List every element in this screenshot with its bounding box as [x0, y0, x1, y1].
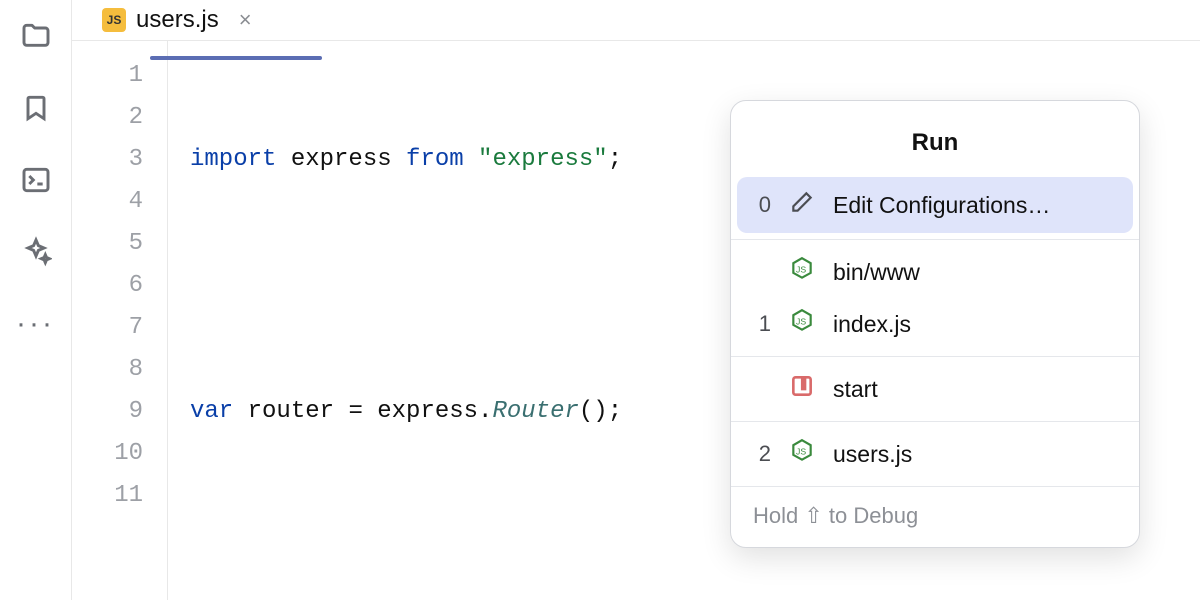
folder-icon[interactable]: [18, 18, 54, 54]
run-item-index: 1: [753, 311, 771, 337]
run-item-start[interactable]: start: [731, 363, 1139, 415]
nodejs-icon: JS: [789, 438, 815, 470]
terminal-icon[interactable]: [18, 162, 54, 198]
tab-active-indicator: [150, 56, 322, 60]
nodejs-icon: JS: [789, 308, 815, 340]
activity-bar: ···: [0, 0, 72, 600]
tab-users-js[interactable]: JS users.js ×: [92, 0, 262, 40]
svg-text:JS: JS: [796, 446, 806, 456]
svg-text:JS: JS: [796, 264, 806, 274]
svg-text:JS: JS: [796, 316, 806, 326]
run-popup-title: Run: [731, 115, 1139, 177]
js-file-icon: JS: [102, 8, 126, 32]
run-edit-configurations[interactable]: 0 Edit Configurations…: [737, 177, 1133, 233]
run-popup: Run 0 Edit Configurations… JS bin/www 1 …: [730, 100, 1140, 548]
menu-separator: [731, 239, 1139, 240]
editor-main: JS users.js × 123 456 789 1011 import ex…: [72, 0, 1200, 600]
run-item-index-js[interactable]: 1 JS index.js: [731, 298, 1139, 350]
run-item-index: 0: [753, 192, 771, 218]
tab-row: JS users.js ×: [72, 0, 1200, 41]
run-item-bin-www[interactable]: JS bin/www: [731, 246, 1139, 298]
run-item-label: bin/www: [833, 259, 1117, 286]
tab-label: users.js: [136, 6, 219, 34]
menu-separator: [731, 421, 1139, 422]
line-gutter: 123 456 789 1011: [72, 41, 168, 600]
bookmark-icon[interactable]: [18, 90, 54, 126]
run-item-label: start: [833, 376, 1117, 403]
run-popup-hint: Hold ⇧ to Debug: [731, 486, 1139, 547]
run-item-index: 2: [753, 441, 771, 467]
run-item-label: Edit Configurations…: [833, 192, 1117, 219]
run-item-users-js[interactable]: 2 JS users.js: [731, 428, 1139, 480]
pencil-icon: [789, 189, 815, 221]
close-icon[interactable]: ×: [239, 7, 252, 33]
run-item-label: users.js: [833, 441, 1117, 468]
run-item-label: index.js: [833, 311, 1117, 338]
nodejs-icon: JS: [789, 256, 815, 288]
ai-sparkle-icon[interactable]: [18, 234, 54, 270]
npm-icon: [789, 373, 815, 405]
more-icon[interactable]: ···: [18, 306, 54, 342]
menu-separator: [731, 356, 1139, 357]
